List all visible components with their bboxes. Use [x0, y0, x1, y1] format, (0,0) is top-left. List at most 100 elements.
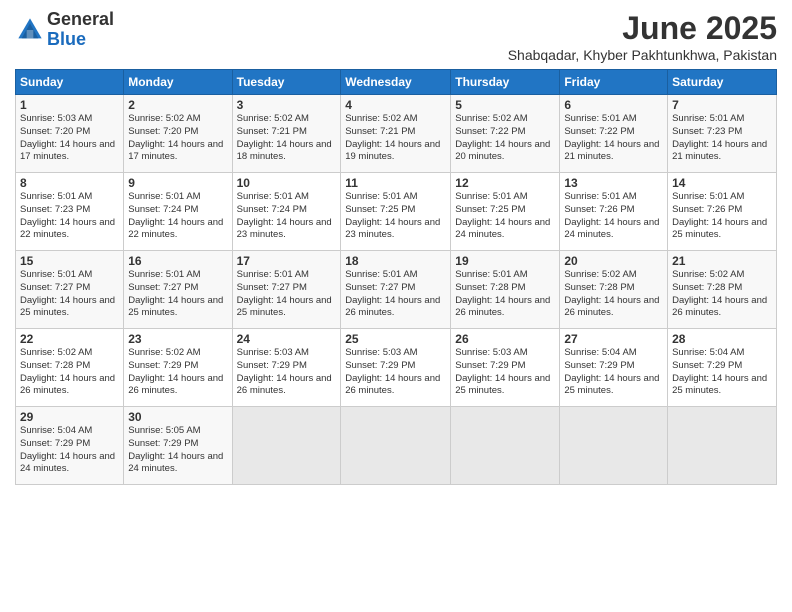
daylight-text: Daylight: 14 hours and 25 minutes. — [455, 373, 550, 397]
cell-info: Sunrise: 5:03 AM Sunset: 7:29 PM Dayligh… — [237, 347, 337, 398]
day-number: 28 — [672, 332, 772, 346]
cell-info: Sunrise: 5:01 AM Sunset: 7:22 PM Dayligh… — [564, 113, 663, 164]
day-number: 26 — [455, 332, 555, 346]
sunset-text: Sunset: 7:27 PM — [128, 282, 198, 293]
table-row: 24 Sunrise: 5:03 AM Sunset: 7:29 PM Dayl… — [232, 329, 341, 407]
sunset-text: Sunset: 7:22 PM — [455, 126, 525, 137]
calendar-header: Sunday Monday Tuesday Wednesday Thursday… — [16, 70, 777, 95]
day-number: 7 — [672, 98, 772, 112]
cell-info: Sunrise: 5:02 AM Sunset: 7:20 PM Dayligh… — [128, 113, 227, 164]
daylight-text: Daylight: 14 hours and 26 minutes. — [672, 295, 767, 319]
cell-info: Sunrise: 5:01 AM Sunset: 7:27 PM Dayligh… — [128, 269, 227, 320]
table-row: 18 Sunrise: 5:01 AM Sunset: 7:27 PM Dayl… — [341, 251, 451, 329]
title-block: June 2025 Shabqadar, Khyber Pakhtunkhwa,… — [508, 10, 777, 63]
table-row: 19 Sunrise: 5:01 AM Sunset: 7:28 PM Dayl… — [451, 251, 560, 329]
header: General Blue June 2025 Shabqadar, Khyber… — [15, 10, 777, 63]
table-row: 9 Sunrise: 5:01 AM Sunset: 7:24 PM Dayli… — [124, 173, 232, 251]
daylight-text: Daylight: 14 hours and 24 minutes. — [20, 451, 115, 475]
day-number: 14 — [672, 176, 772, 190]
sunset-text: Sunset: 7:27 PM — [237, 282, 307, 293]
sunset-text: Sunset: 7:21 PM — [345, 126, 415, 137]
calendar-title: June 2025 — [508, 10, 777, 47]
sunrise-text: Sunrise: 5:03 AM — [455, 347, 527, 358]
col-sunday: Sunday — [16, 70, 124, 95]
logo: General Blue — [15, 10, 114, 50]
day-number: 21 — [672, 254, 772, 268]
sunset-text: Sunset: 7:20 PM — [20, 126, 90, 137]
sunset-text: Sunset: 7:29 PM — [128, 438, 198, 449]
sunrise-text: Sunrise: 5:01 AM — [20, 269, 92, 280]
day-number: 19 — [455, 254, 555, 268]
daylight-text: Daylight: 14 hours and 25 minutes. — [564, 373, 659, 397]
day-number: 4 — [345, 98, 446, 112]
calendar-week-2: 8 Sunrise: 5:01 AM Sunset: 7:23 PM Dayli… — [16, 173, 777, 251]
cell-info: Sunrise: 5:02 AM Sunset: 7:21 PM Dayligh… — [237, 113, 337, 164]
day-number: 23 — [128, 332, 227, 346]
calendar-week-1: 1 Sunrise: 5:03 AM Sunset: 7:20 PM Dayli… — [16, 95, 777, 173]
sunrise-text: Sunrise: 5:02 AM — [672, 269, 744, 280]
cell-info: Sunrise: 5:01 AM Sunset: 7:23 PM Dayligh… — [672, 113, 772, 164]
table-row: 15 Sunrise: 5:01 AM Sunset: 7:27 PM Dayl… — [16, 251, 124, 329]
daylight-text: Daylight: 14 hours and 25 minutes. — [237, 295, 332, 319]
daylight-text: Daylight: 14 hours and 25 minutes. — [672, 373, 767, 397]
sunrise-text: Sunrise: 5:03 AM — [345, 347, 417, 358]
table-row: 13 Sunrise: 5:01 AM Sunset: 7:26 PM Dayl… — [560, 173, 668, 251]
col-monday: Monday — [124, 70, 232, 95]
daylight-text: Daylight: 14 hours and 26 minutes. — [237, 373, 332, 397]
daylight-text: Daylight: 14 hours and 24 minutes. — [564, 217, 659, 241]
cell-info: Sunrise: 5:03 AM Sunset: 7:29 PM Dayligh… — [455, 347, 555, 398]
day-number: 11 — [345, 176, 446, 190]
daylight-text: Daylight: 14 hours and 19 minutes. — [345, 139, 440, 163]
calendar-week-5: 29 Sunrise: 5:04 AM Sunset: 7:29 PM Dayl… — [16, 407, 777, 485]
day-number: 9 — [128, 176, 227, 190]
day-number: 2 — [128, 98, 227, 112]
day-number: 25 — [345, 332, 446, 346]
sunrise-text: Sunrise: 5:01 AM — [345, 269, 417, 280]
calendar-week-4: 22 Sunrise: 5:02 AM Sunset: 7:28 PM Dayl… — [16, 329, 777, 407]
sunset-text: Sunset: 7:20 PM — [128, 126, 198, 137]
sunset-text: Sunset: 7:29 PM — [455, 360, 525, 371]
daylight-text: Daylight: 14 hours and 26 minutes. — [455, 295, 550, 319]
cell-info: Sunrise: 5:01 AM Sunset: 7:27 PM Dayligh… — [237, 269, 337, 320]
sunset-text: Sunset: 7:27 PM — [20, 282, 90, 293]
cell-info: Sunrise: 5:01 AM Sunset: 7:27 PM Dayligh… — [345, 269, 446, 320]
cell-info: Sunrise: 5:01 AM Sunset: 7:27 PM Dayligh… — [20, 269, 119, 320]
col-thursday: Thursday — [451, 70, 560, 95]
sunset-text: Sunset: 7:22 PM — [564, 126, 634, 137]
sunrise-text: Sunrise: 5:01 AM — [564, 113, 636, 124]
cell-info: Sunrise: 5:03 AM Sunset: 7:20 PM Dayligh… — [20, 113, 119, 164]
day-number: 30 — [128, 410, 227, 424]
table-row: 5 Sunrise: 5:02 AM Sunset: 7:22 PM Dayli… — [451, 95, 560, 173]
day-number: 18 — [345, 254, 446, 268]
sunrise-text: Sunrise: 5:01 AM — [455, 269, 527, 280]
calendar-table: Sunday Monday Tuesday Wednesday Thursday… — [15, 69, 777, 485]
cell-info: Sunrise: 5:04 AM Sunset: 7:29 PM Dayligh… — [564, 347, 663, 398]
day-number: 29 — [20, 410, 119, 424]
table-row — [560, 407, 668, 485]
day-number: 17 — [237, 254, 337, 268]
table-row: 4 Sunrise: 5:02 AM Sunset: 7:21 PM Dayli… — [341, 95, 451, 173]
sunset-text: Sunset: 7:23 PM — [672, 126, 742, 137]
cell-info: Sunrise: 5:01 AM Sunset: 7:25 PM Dayligh… — [345, 191, 446, 242]
sunrise-text: Sunrise: 5:05 AM — [128, 425, 200, 436]
sunset-text: Sunset: 7:29 PM — [20, 438, 90, 449]
col-wednesday: Wednesday — [341, 70, 451, 95]
daylight-text: Daylight: 14 hours and 21 minutes. — [564, 139, 659, 163]
cell-info: Sunrise: 5:02 AM Sunset: 7:28 PM Dayligh… — [564, 269, 663, 320]
day-number: 13 — [564, 176, 663, 190]
table-row — [451, 407, 560, 485]
sunset-text: Sunset: 7:29 PM — [237, 360, 307, 371]
day-number: 3 — [237, 98, 337, 112]
sunrise-text: Sunrise: 5:03 AM — [237, 347, 309, 358]
sunset-text: Sunset: 7:24 PM — [128, 204, 198, 215]
cell-info: Sunrise: 5:02 AM Sunset: 7:21 PM Dayligh… — [345, 113, 446, 164]
col-saturday: Saturday — [668, 70, 777, 95]
daylight-text: Daylight: 14 hours and 26 minutes. — [128, 373, 223, 397]
table-row: 28 Sunrise: 5:04 AM Sunset: 7:29 PM Dayl… — [668, 329, 777, 407]
sunrise-text: Sunrise: 5:01 AM — [345, 191, 417, 202]
table-row — [341, 407, 451, 485]
sunrise-text: Sunrise: 5:02 AM — [128, 113, 200, 124]
sunrise-text: Sunrise: 5:01 AM — [237, 269, 309, 280]
daylight-text: Daylight: 14 hours and 26 minutes. — [345, 373, 440, 397]
daylight-text: Daylight: 14 hours and 26 minutes. — [20, 373, 115, 397]
